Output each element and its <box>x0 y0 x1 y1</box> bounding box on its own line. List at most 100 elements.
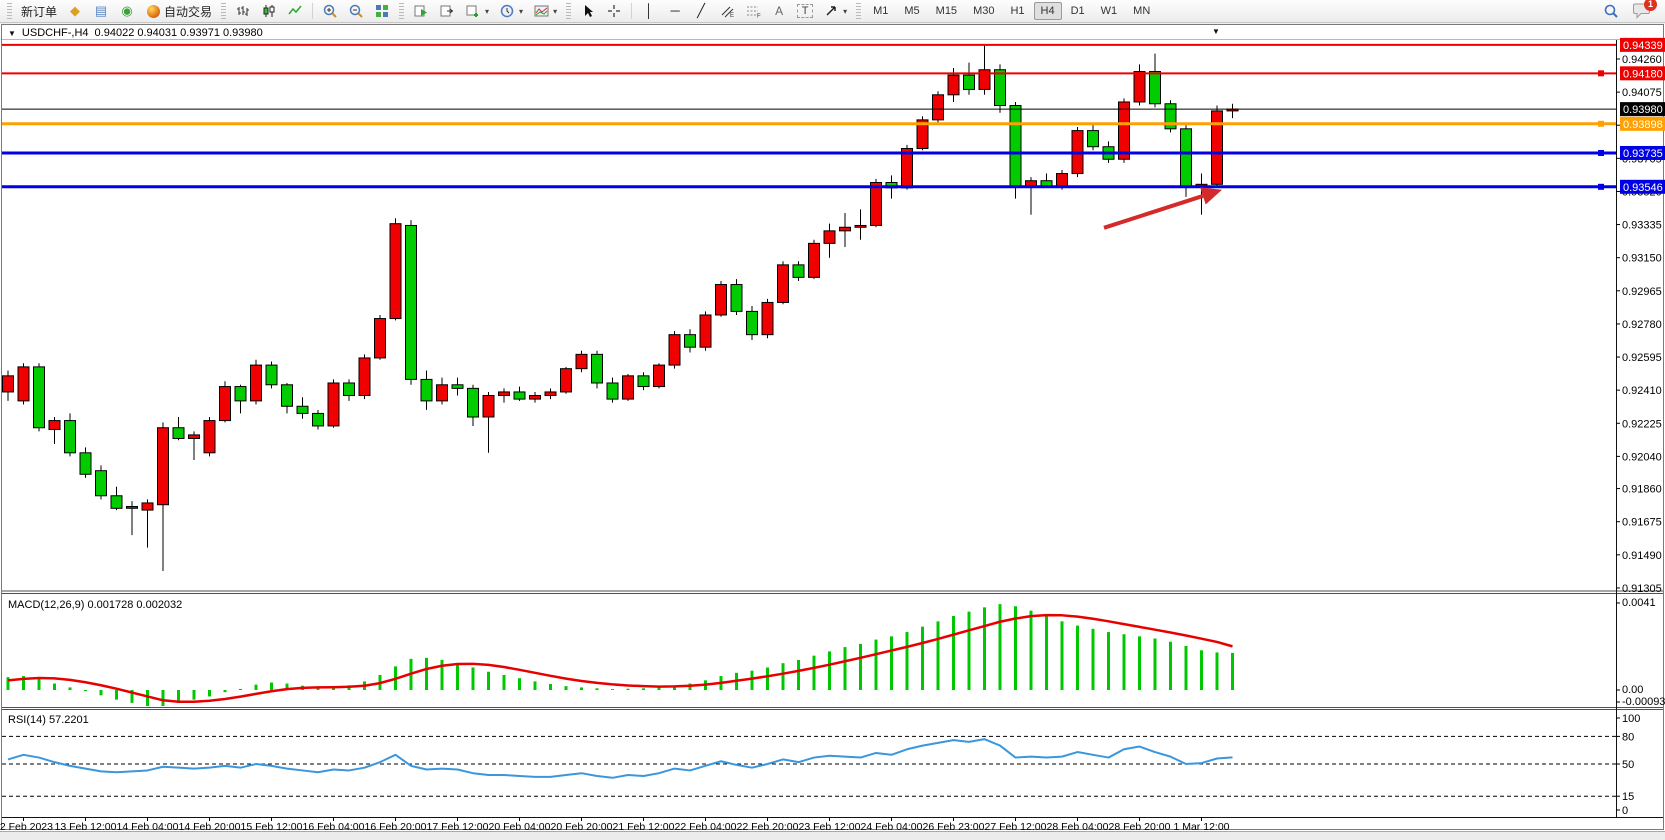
arrows-dropdown[interactable]: ▾ <box>819 0 851 22</box>
bear-candle <box>638 376 649 387</box>
price-tick-label: 0.92965 <box>1622 286 1662 298</box>
periods-dropdown[interactable]: ▾ <box>495 0 527 22</box>
timeframe-button-M5[interactable]: M5 <box>897 2 926 20</box>
tile-windows-button[interactable] <box>370 0 394 22</box>
rsi-axis-label: 15 <box>1622 791 1634 803</box>
timeframe-button-M30[interactable]: M30 <box>966 2 1001 20</box>
chart-shift-button[interactable] <box>435 0 459 22</box>
time-axis-label: 27 Feb 12:00 <box>985 821 1047 830</box>
auto-scroll-button[interactable] <box>409 0 433 22</box>
vertical-line-icon: │ <box>641 3 657 19</box>
bull-candle <box>700 315 711 347</box>
bull-candle <box>948 75 959 95</box>
zoom-out-button[interactable] <box>344 0 368 22</box>
main-toolbar: 新订单 ◆ ▤ ◉ 自动交易 ▾ ▾ ▾ │ ─ ╱ E F A T <box>0 0 1665 23</box>
rsi-line <box>8 739 1233 778</box>
signal-button[interactable]: ◉ <box>115 0 139 22</box>
channel-tool[interactable]: E <box>715 0 739 22</box>
timeframe-button-H1[interactable]: H1 <box>1003 2 1031 20</box>
notifications-button[interactable]: 1 <box>1629 0 1657 22</box>
bull-candle <box>840 227 851 231</box>
arrows-icon <box>823 3 839 19</box>
time-axis-label: 14 Feb 20:00 <box>179 821 241 830</box>
gold-bars-button[interactable]: ◆ <box>63 0 87 22</box>
bull-candle <box>855 225 866 227</box>
timeframe-button-D1[interactable]: D1 <box>1064 2 1092 20</box>
time-axis-label: 13 Feb 12:00 <box>55 821 117 830</box>
price-tick-label: 0.92410 <box>1622 385 1662 397</box>
bear-candle <box>65 421 76 453</box>
terminal-button[interactable]: ▤ <box>89 0 113 22</box>
fibonacci-tool[interactable]: F <box>741 0 765 22</box>
time-axis-label: 15 Feb 12:00 <box>241 821 303 830</box>
search-button[interactable] <box>1599 0 1623 22</box>
clock-icon <box>499 3 515 19</box>
trendline-tool[interactable]: ╱ <box>689 0 713 22</box>
line-handle[interactable] <box>1598 150 1604 156</box>
chart-canvas[interactable]: 0.942600.940750.938900.937050.935200.933… <box>0 24 1665 830</box>
fibonacci-icon: F <box>745 3 761 19</box>
zoom-in-button[interactable] <box>318 0 342 22</box>
bull-candle <box>18 367 29 401</box>
equidistant-channel-icon: E <box>719 3 735 19</box>
bear-candle <box>235 387 246 401</box>
candle-chart-type-button[interactable] <box>257 0 281 22</box>
crosshair-tool-button[interactable] <box>602 0 626 22</box>
bull-candle <box>142 503 153 510</box>
arrow-annotation[interactable] <box>1104 196 1203 228</box>
bull-candle <box>328 383 339 426</box>
auto-trading-button[interactable]: 自动交易 <box>141 0 216 22</box>
line-handle[interactable] <box>1598 184 1604 190</box>
bull-candle <box>483 396 494 417</box>
bull-candle <box>933 95 944 120</box>
cursor-tool-button[interactable] <box>576 0 600 22</box>
templates-dropdown[interactable]: ▾ <box>529 0 561 22</box>
timeframe-button-W1[interactable]: W1 <box>1094 2 1125 20</box>
bull-candle <box>762 302 773 334</box>
bear-candle <box>297 406 308 413</box>
bar-chart-icon <box>235 3 251 19</box>
label-tool[interactable]: T <box>793 0 817 22</box>
timeframe-button-H4[interactable]: H4 <box>1034 2 1062 20</box>
new-chart-dropdown[interactable]: ▾ <box>461 0 493 22</box>
zoom-out-icon <box>348 3 364 19</box>
rsi-axis-label: 0 <box>1622 805 1628 817</box>
bear-candle <box>34 367 45 428</box>
price-tick-label: 0.92780 <box>1622 319 1662 331</box>
price-tick-label: 0.94075 <box>1622 87 1662 99</box>
bear-candle <box>1181 129 1192 186</box>
bear-candle <box>266 365 277 385</box>
timeframe-button-M15[interactable]: M15 <box>929 2 964 20</box>
bar-chart-type-button[interactable] <box>231 0 255 22</box>
svg-text:F: F <box>757 14 761 19</box>
line-handle[interactable] <box>1598 121 1604 127</box>
price-tick-label: 0.92225 <box>1622 418 1662 430</box>
chart-title-bar: ▼ USDCHF-,H4 0.94022 0.94031 0.93971 0.9… <box>8 26 263 40</box>
vertical-line-tool[interactable]: │ <box>637 0 661 22</box>
timeframe-button-MN[interactable]: MN <box>1126 2 1157 20</box>
bull-candle <box>1026 181 1037 186</box>
caret-down-icon: ▾ <box>519 7 523 16</box>
bull-candle <box>359 358 370 396</box>
line-chart-type-button[interactable] <box>283 0 307 22</box>
terminal-icon: ▤ <box>93 3 109 19</box>
cursor-icon <box>580 3 596 19</box>
time-axis-label: 16 Feb 04:00 <box>303 821 365 830</box>
caret-down-icon: ▾ <box>553 7 557 16</box>
bull-candle <box>1119 102 1130 159</box>
bull-candle <box>576 354 587 368</box>
toolbar-grip <box>566 3 571 19</box>
text-tool[interactable]: A <box>767 0 791 22</box>
arrow-annotation-head[interactable] <box>1200 187 1222 204</box>
collapse-chart-button[interactable]: ▼ <box>8 29 16 38</box>
bear-candle <box>1010 106 1021 187</box>
horizontal-line-tool[interactable]: ─ <box>663 0 687 22</box>
line-handle[interactable] <box>1598 70 1604 76</box>
text-icon: A <box>771 3 787 19</box>
new-order-button[interactable]: 新订单 <box>17 0 61 22</box>
rsi-axis-label: 50 <box>1622 759 1634 771</box>
timeframe-button-M1[interactable]: M1 <box>866 2 895 20</box>
bull-candle <box>561 369 572 392</box>
tile-windows-icon <box>374 3 390 19</box>
chart-shift-marker[interactable]: ▼ <box>1212 27 1220 36</box>
